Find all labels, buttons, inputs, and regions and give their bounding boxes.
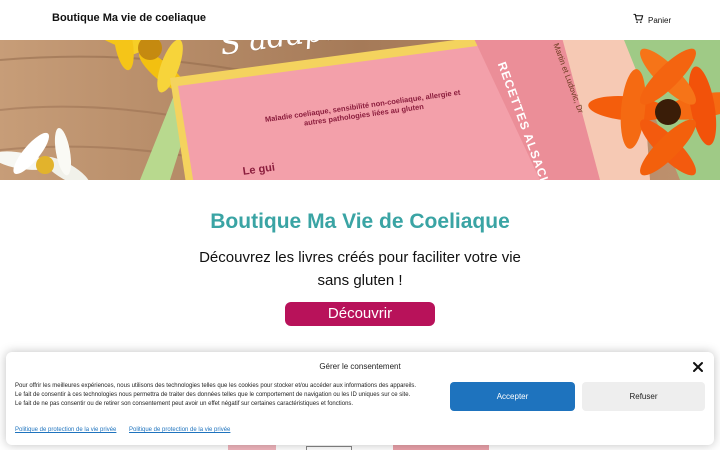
site-brand[interactable]: Boutique Ma vie de coeliaque <box>52 12 206 24</box>
hero-banner-image: S'adapter Sans Gluten Maladie coeliaque,… <box>0 40 720 180</box>
product-thumbnail[interactable] <box>306 446 352 450</box>
consent-text: Pour offrir les meilleures expériences, … <box>15 382 455 409</box>
accept-button[interactable]: Accepter <box>450 382 575 411</box>
cookie-consent-banner: Gérer le consentement Pour offrir les me… <box>6 352 714 445</box>
site-header: Boutique Ma vie de coeliaque Panier <box>0 0 720 40</box>
privacy-policy-link[interactable]: Politique de protection de la vie privée <box>129 427 230 433</box>
privacy-policy-link[interactable]: Politique de protection de la vie privée <box>15 427 116 433</box>
discover-button[interactable]: Découvrir <box>285 302 435 326</box>
cart-label: Panier <box>648 15 672 25</box>
page-title: Boutique Ma Vie de Coeliaque <box>210 210 510 233</box>
consent-text-line: Le fait de consentir à ces technologies … <box>15 392 411 398</box>
consent-text-line: Pour offrir les meilleures expériences, … <box>15 383 417 389</box>
page-description: Découvrez les livres créés pour facilite… <box>199 249 521 289</box>
close-icon[interactable] <box>692 360 704 372</box>
refuse-button[interactable]: Refuser <box>582 382 705 411</box>
shopping-cart-icon <box>633 11 644 29</box>
consent-title: Gérer le consentement <box>319 362 401 371</box>
consent-text-line: Le fait de ne pas consentir ou de retire… <box>15 401 354 407</box>
cart-link[interactable]: Panier <box>633 13 671 27</box>
